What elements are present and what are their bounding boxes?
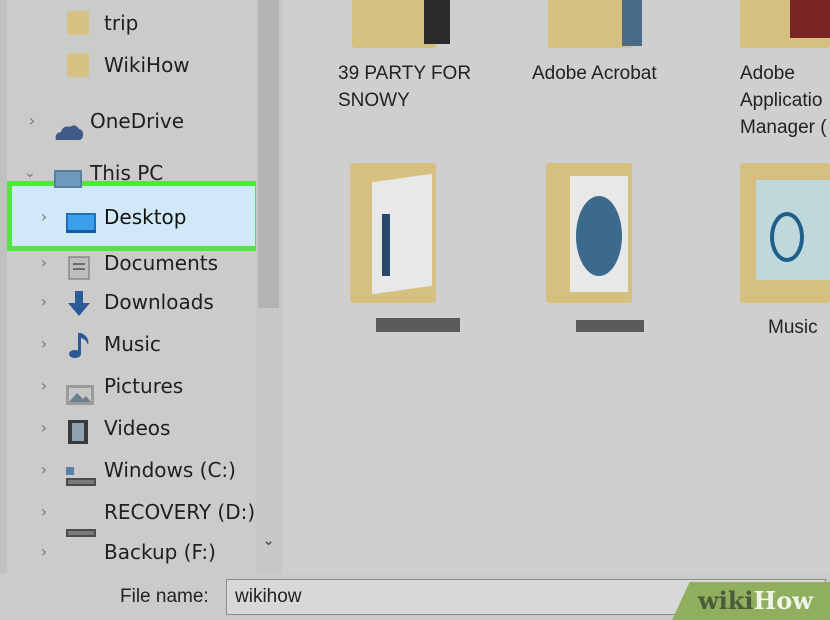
folder-label-redacted — [376, 318, 460, 332]
wikihow-logo-wiki: wiki — [698, 586, 754, 615]
nav-item-trip[interactable]: trip — [0, 2, 256, 44]
nav-item-documents[interactable]: › Documents — [0, 242, 256, 284]
tile-label-line: Manager ( — [740, 117, 827, 138]
folder-thumbnail — [622, 0, 642, 46]
nav-item-label: Backup (F:) — [104, 540, 216, 564]
scroll-down-icon[interactable]: ⌄ — [258, 528, 279, 552]
chevron-right-icon[interactable]: › — [34, 365, 54, 407]
chevron-right-icon[interactable]: › — [34, 407, 54, 449]
tile-label-line: Adobe — [740, 63, 795, 84]
onedrive-icon — [54, 113, 84, 155]
tile-label-line: Applicatio — [740, 90, 823, 111]
chevron-right-icon[interactable]: › — [34, 196, 54, 238]
tile-label-adobe-acrobat[interactable]: Adobe Acrobat — [532, 60, 657, 87]
chevron-down-icon[interactable]: ⌄ — [20, 152, 40, 194]
nav-item-label: trip — [104, 11, 139, 35]
nav-item-label: WikiHow — [104, 53, 190, 77]
chevron-right-icon[interactable]: › — [34, 449, 54, 491]
nav-item-windows-c[interactable]: › Windows (C:) — [0, 449, 256, 491]
nav-item-this-pc[interactable]: ⌄ This PC — [0, 152, 256, 194]
chevron-right-icon[interactable]: › — [34, 281, 54, 323]
nav-item-label: Pictures — [104, 374, 184, 398]
nav-item-label: RECOVERY (D:) — [104, 500, 256, 524]
folder-thumbnail-detail — [576, 196, 622, 276]
nav-item-onedrive[interactable]: › OneDrive — [0, 100, 256, 142]
folder-thumbnail — [372, 173, 432, 295]
nav-item-videos[interactable]: › Videos — [0, 407, 256, 449]
nav-item-label: Music — [104, 332, 161, 356]
nav-item-backup-f[interactable]: › Backup (F:) — [0, 531, 256, 571]
nav-item-label: Downloads — [104, 290, 214, 314]
nav-item-pictures[interactable]: › Pictures — [0, 365, 256, 407]
drive-icon — [66, 553, 96, 571]
tile-label-line: 39 PARTY FOR — [338, 63, 472, 84]
nav-item-downloads[interactable]: › Downloads — [0, 281, 256, 323]
folder-thumbnail-detail — [382, 214, 390, 276]
nav-item-label: Desktop — [104, 205, 187, 229]
folder-label-redacted — [576, 320, 644, 332]
nav-item-label: OneDrive — [90, 109, 185, 133]
nav-item-label: Videos — [104, 416, 171, 440]
file-dialog: trip WikiHow › OneDrive ⌄ This PC › Desk… — [0, 0, 830, 620]
chevron-right-icon[interactable]: › — [34, 491, 54, 533]
tile-label-39-party[interactable]: 39 PARTY FOR SNOWY — [338, 60, 471, 114]
tile-label-line: SNOWY — [338, 90, 410, 111]
nav-item-desktop[interactable]: › Desktop — [0, 196, 256, 238]
nav-item-recovery-d[interactable]: › RECOVERY (D:) — [0, 491, 256, 537]
nav-item-label: Windows (C:) — [104, 458, 236, 482]
tile-label-music: Music — [768, 317, 818, 338]
content-pane: 39 PARTY FOR SNOWY Adobe Acrobat Adobe A… — [282, 0, 830, 574]
music-icon — [770, 212, 804, 262]
chevron-right-icon[interactable]: › — [34, 242, 54, 284]
nav-scroll-thumb[interactable] — [258, 0, 279, 308]
folder-icon[interactable] — [548, 0, 632, 48]
file-name-label: File name: — [120, 586, 209, 607]
tile-label-adobe-application-manager[interactable]: Adobe Applicatio Manager ( — [740, 60, 830, 141]
wikihow-logo-how: How — [753, 586, 813, 615]
chevron-right-icon[interactable]: › — [34, 323, 54, 365]
nav-item-label: Documents — [104, 251, 219, 275]
chevron-right-icon[interactable]: › — [22, 100, 42, 142]
wikihow-logo: wikiHow — [698, 586, 813, 615]
chevron-right-icon[interactable]: › — [34, 531, 54, 571]
folder-thumbnail — [424, 0, 450, 44]
folder-thumbnail — [790, 0, 830, 38]
folder-icon — [67, 11, 89, 35]
folder-icon — [67, 53, 89, 77]
nav-item-label: This PC — [90, 161, 164, 185]
nav-item-music[interactable]: › Music — [0, 323, 256, 365]
nav-item-wikihow[interactable]: WikiHow — [0, 44, 256, 86]
tile-label-line: Adobe Acrobat — [532, 63, 657, 84]
